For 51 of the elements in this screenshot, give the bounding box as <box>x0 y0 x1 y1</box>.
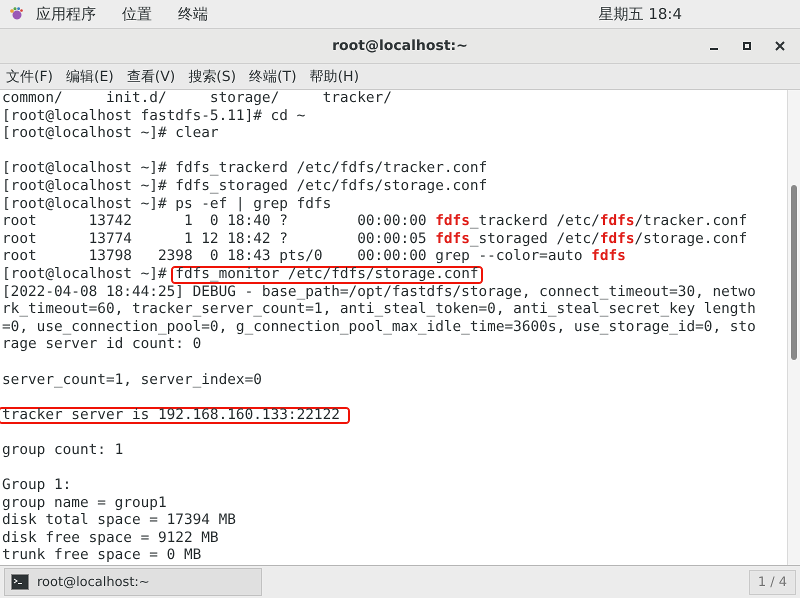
terminal-line: [2022-04-08 18:44:25] DEBUG - base_path=/opt/fastdfs/storage, connect_timeout=30, netwo <box>2 284 756 300</box>
gnome-foot-icon[interactable] <box>8 6 24 22</box>
terminal-text: [root@localhost ~]# <box>2 266 168 282</box>
terminal-line: [root@localhost ~]# fdfs_storaged /etc/fdfs/storage.conf <box>2 178 488 194</box>
top-menu-item[interactable]: 位置 <box>122 4 152 24</box>
terminal-text: root 13774 1 12 18:42 ? 00:00:05 <box>2 230 428 247</box>
terminal-line: group count: 1 <box>2 442 124 458</box>
menu-item[interactable]: 编辑(E) <box>66 68 114 86</box>
terminal-text: fdfs_monitor /etc/fdfs/storage.conf <box>175 268 479 282</box>
terminal-text: tracker server is 192.168.160.133:22122 <box>2 408 340 422</box>
terminal-text: _storaged /etc/ <box>470 230 600 247</box>
search-match: fdfs <box>435 230 470 247</box>
terminal-line: [root@localhost fastdfs-5.11]# cd ~ <box>2 108 306 124</box>
terminal-line: =0, use_connection_pool=0, g_connection_pool_max_idle_time=3600s, use_storage_id=0, sto <box>2 318 756 335</box>
search-match: fdfs <box>600 230 634 247</box>
terminal-text: root 13742 1 0 18:40 ? 00:00:00 <box>2 213 428 230</box>
terminal-line: [root@localhost ~]# ps -ef | grep fdfs <box>2 196 332 212</box>
terminal-icon <box>11 574 29 590</box>
menu-item[interactable]: 终端(T) <box>249 68 297 86</box>
terminal-line: rk_timeout=60, tracker_server_count=1, anti_steal_token=0, anti_steal_secret_key length <box>2 301 756 318</box>
terminal-line: [root@localhost ~]# clear <box>2 125 219 142</box>
terminal-line: [root@localhost ~]# fdfs_trackerd /etc/fdfs/tracker.conf <box>2 160 488 176</box>
maximize-icon[interactable] <box>741 40 753 52</box>
terminal-line: disk total space = 17394 MB <box>2 512 236 528</box>
terminal-text: /storage.conf <box>634 230 748 247</box>
menu-item[interactable]: 查看(V) <box>126 68 176 86</box>
terminal-line: disk free space = 9122 MB <box>2 530 219 546</box>
menu-item[interactable]: 搜索(S) <box>188 68 236 86</box>
terminal-line: group name = group1 <box>2 494 167 511</box>
workspace-indicator[interactable]: 1 / 4 <box>748 570 796 594</box>
terminal-line: Group 1: <box>2 477 72 494</box>
terminal-text: /tracker.conf <box>634 213 748 230</box>
terminal-text: root 13798 2398 0 18:43 pts/0 00:00:00 grep --color=auto <box>2 248 584 264</box>
menu-item[interactable]: 帮助(H) <box>310 68 360 86</box>
taskbar-button[interactable]: root@localhost:~ <box>4 568 262 596</box>
menu-item[interactable]: 文件(F) <box>6 68 53 86</box>
close-icon[interactable] <box>774 40 786 52</box>
terminal-line: rage server id count: 0 <box>2 336 202 352</box>
clock[interactable]: 星期五 18:4 <box>598 4 682 24</box>
terminal-line: trunk free space = 0 MB <box>2 547 202 564</box>
scrollbar-thumb[interactable] <box>791 185 797 360</box>
search-match: fdfs <box>435 213 470 230</box>
scrollbar[interactable] <box>787 90 800 565</box>
terminal-text: _trackerd /etc/ <box>470 213 600 230</box>
top-menu-item[interactable]: 终端 <box>178 4 208 24</box>
terminal-line: server_count=1, server_index=0 <box>2 372 262 388</box>
window-title: root@localhost:~ <box>332 38 468 54</box>
top-menu-item[interactable]: 应用程序 <box>36 4 96 24</box>
terminal-line: common/ init.d/ storage/ tracker/ <box>2 90 392 106</box>
search-match: fdfs <box>600 213 634 230</box>
search-match: fdfs <box>591 248 626 264</box>
